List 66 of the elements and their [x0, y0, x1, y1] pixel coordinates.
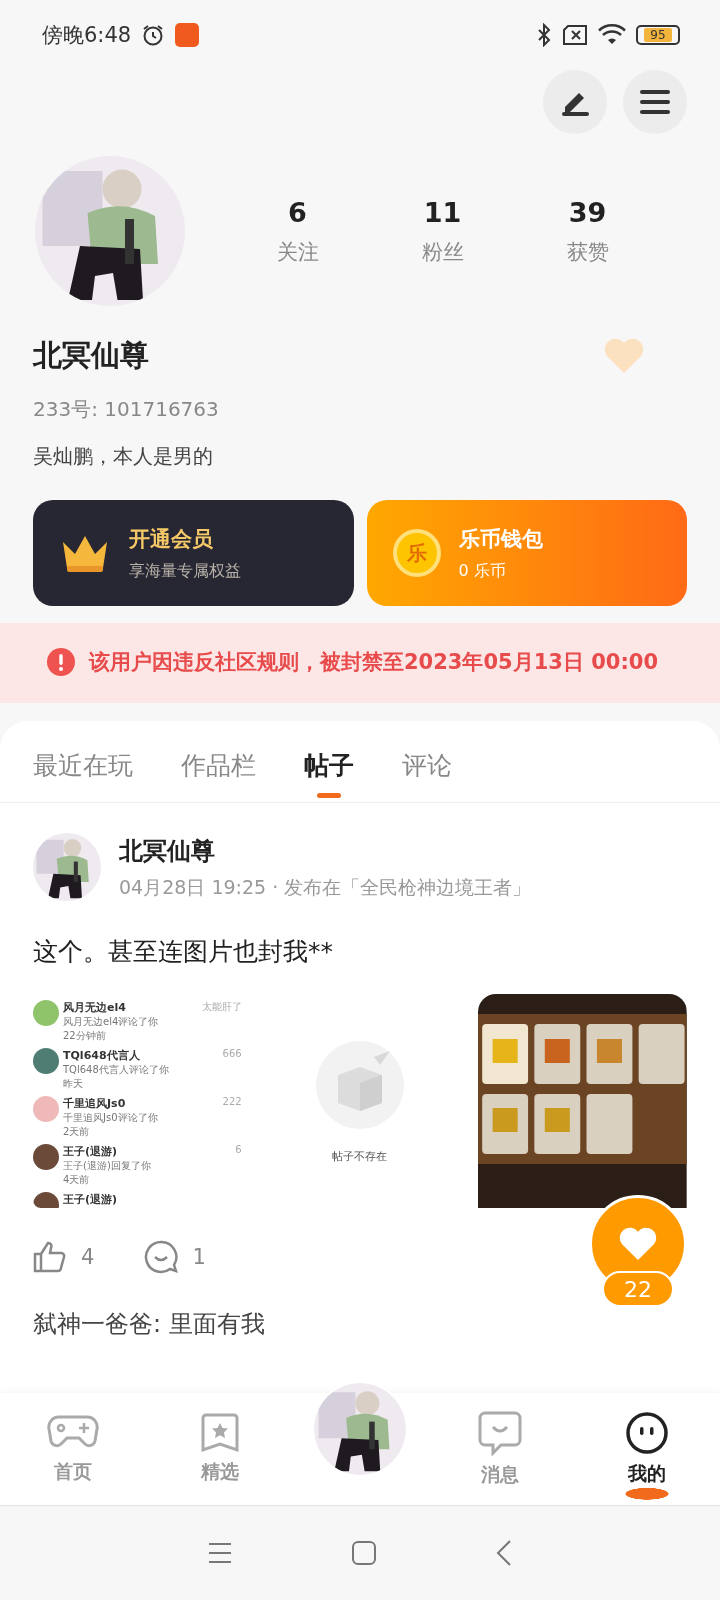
notification-text: TQl648代言人评论了你 [63, 1063, 169, 1077]
comment-icon[interactable] [144, 1240, 179, 1274]
post-meta: 04月28日 19:25 · 发布在「全民枪神边境王者」 [119, 875, 532, 900]
membership-card[interactable]: 开通会员 享海量专属权益 [33, 500, 354, 606]
battery-indicator: 95 [636, 25, 680, 45]
user-name: 王子(退游) [63, 1144, 119, 1159]
empty-box-icon [314, 1038, 406, 1131]
status-time: 傍晚6:48 [42, 22, 132, 49]
stat-label[interactable]: 关注 [276, 237, 319, 266]
user-name: 北冥仙尊 [33, 337, 149, 374]
card-title: 乐币钱包 [458, 525, 543, 553]
nav-tab[interactable]: 消息 [427, 1393, 574, 1505]
card-subtitle: 享海量专属权益 [129, 560, 241, 582]
stat-count[interactable]: 39 [568, 196, 607, 228]
coin-icon: 乐 [392, 529, 441, 577]
ban-notice: 该用户因违反社区规则，被封禁至2023年05月13日 00:00 [89, 649, 659, 676]
recent-apps-icon[interactable] [208, 1542, 232, 1564]
stat-count[interactable]: 11 [423, 196, 462, 228]
notification-time: 4天前 [63, 1173, 91, 1187]
empty-message: 帖子不存在 [332, 1148, 388, 1164]
wallet-card[interactable]: 乐 乐币钱包 0 乐币 [366, 500, 687, 606]
stat-count[interactable]: 6 [288, 196, 307, 228]
wifi-icon [598, 24, 626, 46]
tab[interactable]: 帖子 [304, 749, 354, 802]
card-title: 开通会员 [129, 525, 214, 553]
nav-tab[interactable]: 首页 [0, 1393, 147, 1505]
stat-label[interactable]: 粉丝 [421, 237, 464, 266]
thumbs-up-icon[interactable] [33, 1241, 67, 1273]
tab[interactable]: 最近在玩 [33, 749, 133, 802]
notification-text: 风月无边el4评论了你 [63, 1015, 159, 1029]
comment-text: 222 [222, 1096, 242, 1107]
nav-tab[interactable]: 精选 [146, 1393, 293, 1505]
author-name[interactable]: 北冥仙尊 [119, 835, 532, 867]
comment-count: 1 [192, 1245, 206, 1269]
user-name: 王子(退游) [63, 1192, 118, 1207]
comment-text: 6 [235, 1144, 242, 1155]
notification-text: 千里追风Js0评论了你 [63, 1111, 158, 1125]
app-icon [175, 23, 200, 47]
card-subtitle: 0 乐币 [458, 560, 507, 582]
notification-time: 22分钟前 [63, 1029, 107, 1043]
user-name: 风月无边el4 [63, 1000, 127, 1015]
post-text: 这个。甚至连图片也封我** [32, 936, 334, 968]
chat-icon [477, 1410, 524, 1456]
home-icon[interactable] [352, 1541, 376, 1565]
notification-time: 2天前 [63, 1125, 91, 1139]
smiley-icon [624, 1411, 669, 1455]
stat-label[interactable]: 获赞 [566, 237, 609, 266]
tab[interactable]: 作品栏 [181, 749, 256, 802]
like-count: 4 [81, 1245, 95, 1269]
notification-time: 昨天 [63, 1077, 84, 1091]
notification-text: 王子(退游)回复了你 [63, 1159, 151, 1173]
comment-text: 太能肝了 [201, 1000, 242, 1014]
no-sim-icon [562, 25, 588, 45]
user-name: TQl648代言人 [63, 1048, 141, 1063]
user-name: 千里追风Js0 [63, 1096, 127, 1111]
user-id: 233号: 101716763 [32, 396, 220, 423]
menu-icon [640, 89, 670, 115]
bluetooth-icon [536, 23, 552, 47]
comment-preview: 弑神一爸爸: 里面有我 [33, 1309, 265, 1340]
star-bookmark-icon [200, 1413, 239, 1453]
tab[interactable]: 评论 [402, 749, 452, 802]
warning-icon [47, 648, 75, 676]
heart-icon [618, 1226, 658, 1262]
comment-text: 666 [222, 1048, 242, 1059]
back-icon[interactable] [496, 1540, 512, 1566]
user-bio: 吴灿鹏，本人是男的 [32, 443, 214, 470]
